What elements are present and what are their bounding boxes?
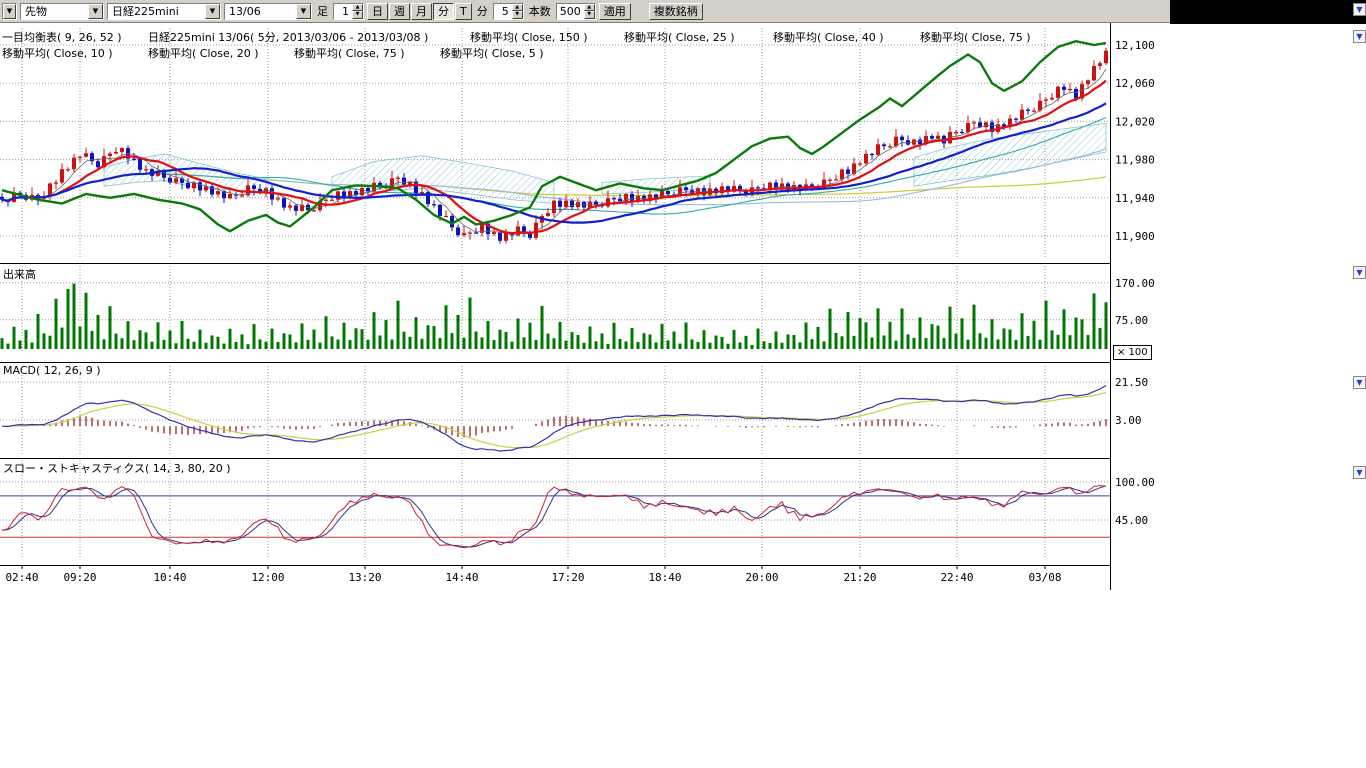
legend-item: 移動平均( Close, 5 ) <box>440 45 544 61</box>
stoch-panel <box>0 486 1110 548</box>
axis-label: 09:20 <box>63 571 96 584</box>
axis-label: 03/08 <box>1028 571 1061 584</box>
panel-scroll-down-button[interactable]: ▼ <box>1353 376 1366 389</box>
legend-item: 移動平均( Close, 25 ) <box>624 29 735 45</box>
axis-label: 17:20 <box>551 571 584 584</box>
axes: 12,100 12,060 12,020 11,980 11,940 11,900 170.… <box>0 23 1155 590</box>
volume-multiplier-box: × 100 <box>1113 345 1152 360</box>
legend-item: 移動平均( Close, 10 ) <box>2 45 113 61</box>
axis-label: 12,100 <box>1115 39 1155 52</box>
axis-label: 11,940 <box>1115 192 1155 205</box>
axis-label: 22:40 <box>940 571 973 584</box>
axis-label: 11,900 <box>1115 230 1155 243</box>
axis-label: 21.50 <box>1115 376 1148 389</box>
legend-item: 移動平均( Close, 40 ) <box>773 29 884 45</box>
legend-item: 日経225mini 13/06( 5分, 2013/03/06 - 2013/0… <box>148 29 428 45</box>
axis-label: 75.00 <box>1115 314 1148 327</box>
legend-item: 移動平均( Close, 75 ) <box>294 45 405 61</box>
gridlines <box>0 28 1110 558</box>
legend-item: 移動平均( Close, 150 ) <box>470 29 588 45</box>
chart-canvas: 12,100 12,060 12,020 11,980 11,940 11,900 170.… <box>0 0 1366 768</box>
legend-item: 移動平均( Close, 20 ) <box>148 45 259 61</box>
volume-panel <box>1 284 1108 349</box>
axis-label: 21:20 <box>843 571 876 584</box>
axis-label: 45.00 <box>1115 514 1148 527</box>
panel-scroll-down-button[interactable]: ▼ <box>1353 466 1366 479</box>
panel-scroll-down-button[interactable]: ▼ <box>1353 30 1366 43</box>
panel-scroll-down-button[interactable]: ▼ <box>1353 3 1366 16</box>
stoch-panel-label: スロー・ストキャスティクス( 14, 3, 80, 20 ) <box>3 460 231 476</box>
axis-label: 3.00 <box>1115 414 1142 427</box>
legend-item: 移動平均( Close, 75 ) <box>920 29 1031 45</box>
axis-label: 18:40 <box>648 571 681 584</box>
panel-scroll-down-button[interactable]: ▼ <box>1353 266 1366 279</box>
axis-label: 12,060 <box>1115 77 1155 90</box>
axis-label: 14:40 <box>445 571 478 584</box>
axis-label: 100.00 <box>1115 476 1155 489</box>
main-chart <box>0 41 1108 243</box>
macd-panel-label: MACD( 12, 26, 9 ) <box>3 364 101 377</box>
axis-label: 11,980 <box>1115 154 1155 167</box>
legend-item: 一目均衡表( 9, 26, 52 ) <box>2 29 122 45</box>
macd-panel <box>2 386 1106 452</box>
axis-label: 02:40 <box>5 571 38 584</box>
axis-label: 170.00 <box>1115 277 1155 290</box>
axis-label: 13:20 <box>348 571 381 584</box>
axis-label: 10:40 <box>153 571 186 584</box>
axis-label: 20:00 <box>745 571 778 584</box>
volume-panel-label: 出来高 <box>3 266 36 282</box>
axis-label: 12,020 <box>1115 115 1155 128</box>
axis-label: 12:00 <box>251 571 284 584</box>
